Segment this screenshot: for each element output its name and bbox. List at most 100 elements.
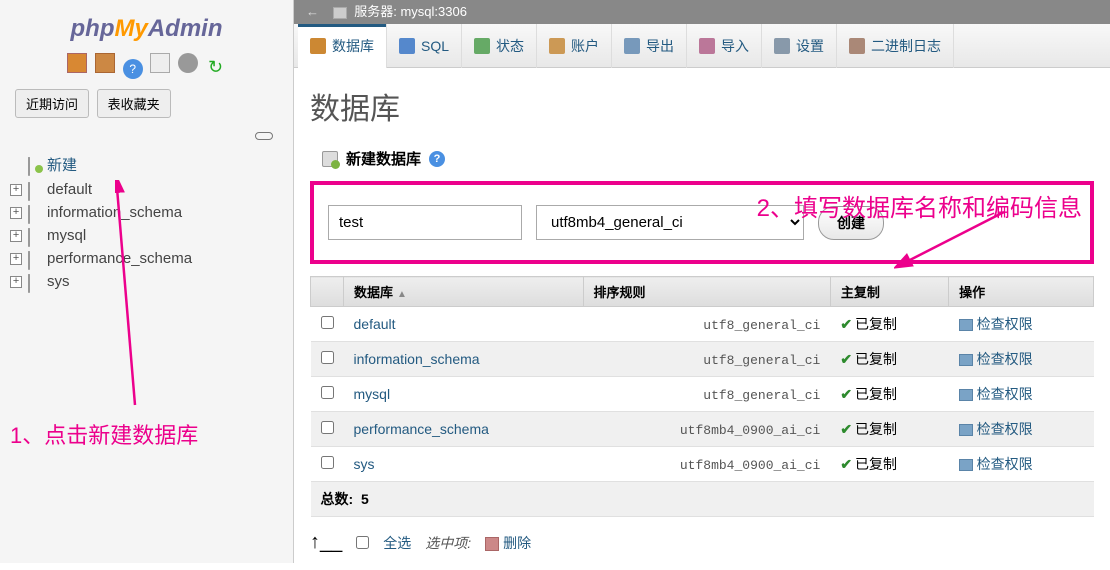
collation-value: utf8mb4_0900_ai_ci (680, 458, 820, 473)
nav-left-icon[interactable]: ← (306, 0, 319, 24)
tree-new-db[interactable]: 新建 (5, 151, 288, 178)
menu-binlog[interactable]: 二进制日志 (837, 24, 954, 68)
table-row: defaultutf8_general_ci✔已复制检查权限 (311, 307, 1094, 342)
up-arrow-icon: ↑__ (310, 531, 342, 554)
check-privileges-link[interactable]: 检查权限 (977, 421, 1033, 437)
menu-import[interactable]: 导入 (687, 24, 762, 68)
gear-icon (774, 38, 790, 54)
table-row: performance_schema utf8mb4_0900_ai_ci ✔已复制… (311, 412, 1094, 447)
delete-icon (485, 537, 499, 551)
sql-icon (399, 38, 415, 54)
check-privileges-link[interactable]: 检查权限 (977, 386, 1033, 402)
menubar: 数据库 SQL 状态 账户 导出 导入 设置 二进制日志 (294, 24, 1110, 68)
expand-icon[interactable]: + (10, 207, 22, 219)
db-name-input[interactable] (328, 205, 522, 240)
expand-icon[interactable]: + (10, 230, 22, 242)
menu-databases[interactable]: 数据库 (298, 24, 387, 68)
tree-item-sys[interactable]: + sys (5, 270, 288, 293)
tree-item-performance-schema[interactable]: + performance_schema (5, 247, 288, 270)
link-icon[interactable] (255, 132, 273, 140)
header-checkbox (311, 277, 344, 307)
menu-sql[interactable]: SQL (387, 24, 462, 68)
db-name-link[interactable]: information_schema (354, 351, 480, 367)
db-name-link[interactable]: sys (354, 456, 375, 472)
sql-icon[interactable] (150, 53, 170, 73)
home-icon[interactable] (67, 53, 87, 73)
check-icon: ✔ (840, 456, 852, 472)
db-icon (28, 229, 41, 242)
check-icon: ✔ (840, 421, 852, 437)
annotation-step-1: 1、点击新建数据库 (10, 418, 198, 450)
sidebar-toolbar: ? ↻ (0, 53, 293, 79)
db-tree: 新建 + default + information_schema + mysq… (5, 151, 288, 293)
privileges-icon (959, 424, 973, 436)
replicated-label: 已复制 (855, 456, 897, 472)
menu-export[interactable]: 导出 (612, 24, 687, 68)
logout-icon[interactable] (95, 53, 115, 73)
check-privileges-link[interactable]: 检查权限 (977, 316, 1033, 332)
refresh-icon[interactable]: ↻ (206, 57, 226, 77)
import-icon (699, 38, 715, 54)
db-icon (28, 252, 41, 265)
collation-value: utf8_general_ci (703, 388, 820, 403)
collation-value: utf8_general_ci (703, 318, 820, 333)
db-icon (28, 275, 41, 288)
new-db-icon (28, 158, 41, 171)
menu-settings[interactable]: 设置 (762, 24, 837, 68)
privileges-icon (959, 459, 973, 471)
check-privileges-link[interactable]: 检查权限 (977, 351, 1033, 367)
total-row: 总数: 5 (311, 482, 1094, 517)
topbar: ← 服务器: mysql:3306 (294, 0, 1110, 24)
header-database[interactable]: 数据库▲ (344, 277, 584, 307)
row-checkbox[interactable] (321, 316, 334, 329)
privileges-icon (959, 319, 973, 331)
server-icon (333, 7, 347, 19)
logo[interactable]: phpMyAdmin (0, 15, 293, 43)
menu-accounts[interactable]: 账户 (537, 24, 612, 68)
status-icon (474, 38, 490, 54)
db-icon (28, 206, 41, 219)
tree-item-mysql[interactable]: + mysql (5, 224, 288, 247)
docs-icon[interactable]: ? (123, 59, 143, 79)
sort-asc-icon: ▲ (397, 289, 407, 300)
database-table: 数据库▲ 排序规则 主复制 操作 defaultutf8_general_ci✔… (310, 276, 1094, 517)
expand-icon[interactable]: + (10, 276, 22, 288)
check-icon: ✔ (840, 351, 852, 367)
header-replication: 主复制 (830, 277, 948, 307)
header-collation[interactable]: 排序规则 (583, 277, 830, 307)
select-all-link[interactable]: 全选 (383, 533, 411, 553)
table-row: mysqlutf8_general_ci✔已复制检查权限 (311, 377, 1094, 412)
privileges-icon (959, 354, 973, 366)
replicated-label: 已复制 (855, 421, 897, 437)
tree-item-default[interactable]: + default (5, 178, 288, 201)
db-name-link[interactable]: performance_schema (354, 421, 489, 437)
info-icon[interactable]: ? (429, 151, 445, 167)
row-checkbox[interactable] (321, 456, 334, 469)
select-all-checkbox[interactable] (356, 536, 369, 549)
row-checkbox[interactable] (321, 421, 334, 434)
delete-action[interactable]: 删除 (485, 533, 531, 553)
tab-recent[interactable]: 近期访问 (15, 89, 89, 118)
tree-new-label: 新建 (47, 154, 77, 175)
logo-php: php (71, 15, 115, 42)
tree-item-information-schema[interactable]: + information_schema (5, 201, 288, 224)
collation-value: utf8mb4_0900_ai_ci (680, 423, 820, 438)
expand-icon[interactable]: + (10, 253, 22, 265)
expand-icon[interactable]: + (10, 184, 22, 196)
main-area: ← 服务器: mysql:3306 数据库 SQL 状态 账户 导出 导入 设置… (294, 0, 1110, 563)
row-checkbox[interactable] (321, 386, 334, 399)
replicated-label: 已复制 (855, 351, 897, 367)
replicated-label: 已复制 (855, 386, 897, 402)
sidebar: phpMyAdmin ? ↻ 近期访问 表收藏夹 新建 + default + … (0, 0, 294, 563)
check-privileges-link[interactable]: 检查权限 (977, 456, 1033, 472)
db-name-link[interactable]: mysql (354, 386, 391, 402)
replicated-label: 已复制 (855, 316, 897, 332)
server-label[interactable]: 服务器: mysql:3306 (354, 4, 467, 19)
row-checkbox[interactable] (321, 351, 334, 364)
db-name-link[interactable]: default (354, 316, 396, 332)
accounts-icon (549, 38, 565, 54)
tab-favorites[interactable]: 表收藏夹 (97, 89, 171, 118)
menu-status[interactable]: 状态 (462, 24, 537, 68)
logo-my: My (114, 15, 147, 42)
settings-icon[interactable] (178, 53, 198, 73)
